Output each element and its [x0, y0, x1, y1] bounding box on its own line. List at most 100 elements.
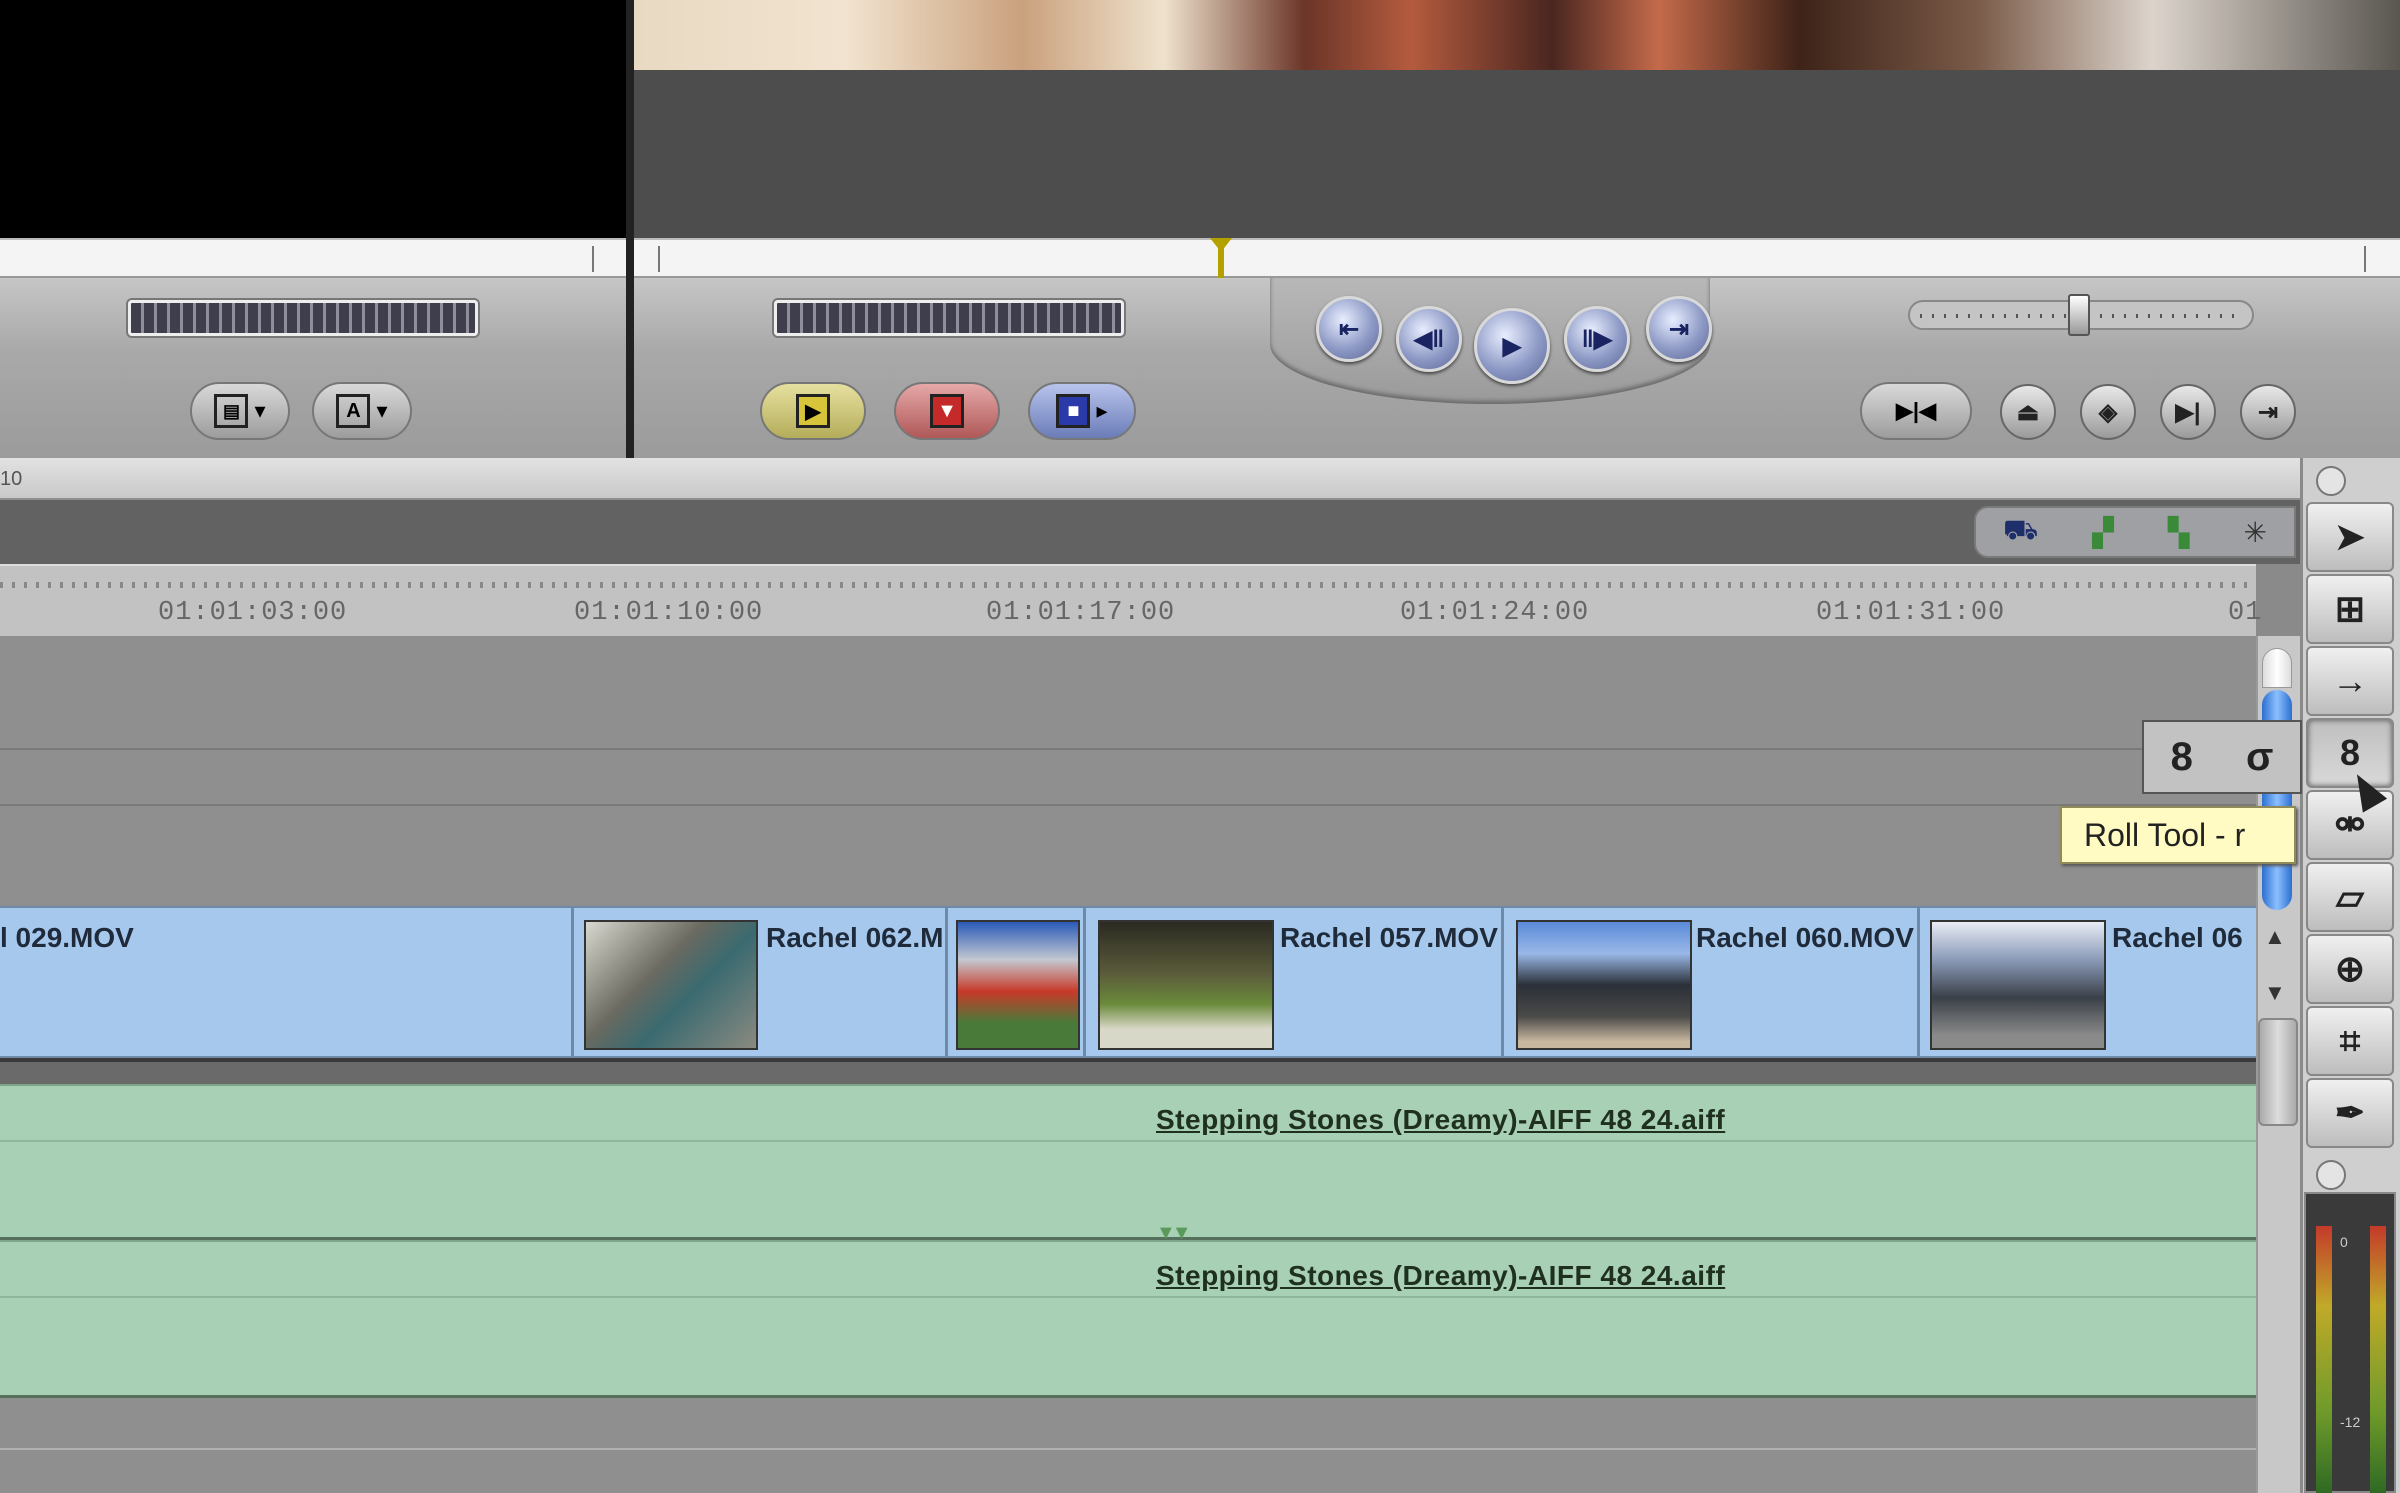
- canvas-scrubber[interactable]: [634, 238, 2400, 278]
- track-zoom-handle[interactable]: [2258, 1018, 2298, 1126]
- timeline-button-group: ⛟ ▞ ▚ ✳: [1974, 506, 2296, 558]
- mark-in-out-icon: ▶|: [2175, 398, 2201, 426]
- zoom-tool-button[interactable]: ⊕: [2306, 934, 2394, 1004]
- next-edit-button[interactable]: ⇥: [1646, 296, 1712, 362]
- clip-thumbnail: [956, 920, 1080, 1050]
- playhead-icon[interactable]: [1210, 238, 1232, 278]
- video-clip[interactable]: Rachel 060.MOV: [1504, 908, 1920, 1056]
- clip-name: l 029.MOV: [0, 922, 134, 953]
- video-clip[interactable]: [948, 908, 1086, 1056]
- pen-icon: ✒: [2334, 1092, 2366, 1133]
- clip-keyframes-icon[interactable]: ⛟: [2003, 514, 2038, 550]
- scroll-down-icon[interactable]: ▼: [2264, 980, 2286, 1006]
- roll-tool-popout: 8 σ: [2142, 720, 2302, 794]
- scrubber-start-tick: [658, 246, 660, 272]
- selection-arrow-icon: ➤: [2334, 516, 2366, 557]
- razor-tool-button[interactable]: ▱: [2306, 862, 2394, 932]
- clip-thumbnail: [1516, 920, 1692, 1050]
- video-clip[interactable]: Rachel 06: [1920, 908, 2256, 1056]
- roll-tool-alt-icon[interactable]: σ: [2246, 735, 2273, 780]
- mark-in-out-button[interactable]: ▶|: [2160, 384, 2216, 440]
- viewer-scrubber[interactable]: [0, 238, 626, 278]
- snapping-icon[interactable]: ▚: [2168, 516, 2190, 549]
- scroll-cap: [2262, 648, 2292, 688]
- viewer-divider: [626, 0, 634, 458]
- timecode-label: 01:01:17:00: [986, 598, 1176, 628]
- play-icon: ▶: [1502, 332, 1522, 360]
- overlay-menu-icon: ▤: [214, 394, 249, 428]
- meter-label: 0: [2340, 1234, 2348, 1250]
- step-forward-button[interactable]: ‖▶: [1564, 306, 1630, 372]
- track-divider: [0, 1448, 2256, 1450]
- play-button[interactable]: ▶: [1474, 308, 1550, 384]
- overlay-menu-button[interactable]: ▤ ▾: [190, 382, 290, 440]
- add-keyframe-button[interactable]: ⇥: [2240, 384, 2296, 440]
- video-clip[interactable]: l 029.MOV: [0, 908, 574, 1056]
- timeline-ruler[interactable]: 01:01:03:00 01:01:10:00 01:01:17:00 01:0…: [0, 564, 2261, 636]
- pen-tool-button[interactable]: ✒: [2306, 1078, 2394, 1148]
- step-back-button[interactable]: ◀‖: [1396, 306, 1462, 372]
- video-clip[interactable]: Rachel 057.MOV: [1086, 908, 1504, 1056]
- crop-tool-button[interactable]: ⌗: [2306, 1006, 2394, 1076]
- linking-icon[interactable]: ▞: [2092, 516, 2114, 549]
- next-edit-icon: ⇥: [1668, 315, 1690, 343]
- mark-clip-button[interactable]: ⏏: [2000, 384, 2056, 440]
- scrubber-end-tick: [592, 246, 594, 272]
- meter-close-icon[interactable]: [2316, 1160, 2346, 1190]
- tooltip: Roll Tool - r: [2060, 806, 2296, 864]
- track-divider: [0, 804, 2256, 806]
- mark-clip-icon: ⏏: [2016, 398, 2040, 426]
- clip-name: Rachel 062.M: [766, 922, 944, 953]
- palette-close-icon[interactable]: [2316, 466, 2346, 496]
- track-height-icon[interactable]: ✳: [2243, 516, 2266, 549]
- razor-blade-icon: ▱: [2336, 876, 2364, 917]
- replace-edit-button[interactable]: ■ ▸: [1028, 382, 1136, 440]
- replace-edit-icon: ■: [1056, 394, 1091, 428]
- edit-selection-icon: ⊞: [2334, 588, 2366, 629]
- viewer-jog-control[interactable]: [128, 300, 478, 336]
- timeline-title-bar: 10: [0, 458, 2300, 500]
- timecode-label: 01:01:10:00: [574, 598, 764, 628]
- timecode-label: 01:01:03:00: [158, 598, 348, 628]
- audio-meter-right: [2370, 1226, 2386, 1493]
- video-track: l 029.MOV Rachel 062.M Rachel 057.MOV Ra…: [0, 906, 2256, 1058]
- step-forward-icon: ‖▶: [1581, 325, 1613, 353]
- timeline-title: 10: [0, 468, 23, 490]
- add-marker-icon: ◈: [2098, 398, 2118, 426]
- overwrite-edit-button[interactable]: ▼: [894, 382, 1000, 440]
- edit-selection-tool-button[interactable]: ⊞: [2306, 574, 2394, 644]
- audio-track-a2[interactable]: Stepping Stones (Dreamy)-AIFF 48 24.aiff: [0, 1240, 2256, 1398]
- match-frame-icon: ▶|◀: [1896, 398, 1936, 423]
- timeline-toolbar: [0, 500, 2300, 564]
- timecode-label: 01:01:24:00: [1400, 598, 1590, 628]
- match-frame-button[interactable]: ▶|◀: [1860, 382, 1972, 440]
- final-cut-window: ▤ ▾ A ▾ ⇤ ◀‖ ▶ ‖▶ ⇥ ▶ ▼ ■ ▸ ▶|◀ ⏏ ◈ ▶| ⇥ 10…: [0, 0, 2400, 1493]
- audio-track-a1[interactable]: Stepping Stones (Dreamy)-AIFF 48 24.aiff: [0, 1084, 2256, 1240]
- timecode-label: 01: [2228, 598, 2263, 628]
- audio-level-line: [0, 1296, 2256, 1298]
- audio-clip-name: Stepping Stones (Dreamy)-AIFF 48 24.aiff: [1156, 1260, 1726, 1291]
- zoom-in-icon: ⊕: [2334, 948, 2366, 989]
- step-back-icon: ◀‖: [1413, 325, 1445, 353]
- prev-edit-button[interactable]: ⇤: [1316, 296, 1382, 362]
- shuttle-knob[interactable]: [2068, 294, 2090, 336]
- selection-tool-button[interactable]: ➤: [2306, 502, 2394, 572]
- scroll-up-icon[interactable]: ▲: [2264, 924, 2286, 950]
- scrubber-end-tick: [2364, 246, 2366, 272]
- track-divider: [0, 748, 2256, 750]
- insert-edit-icon: ▶: [796, 394, 830, 428]
- slip-tool-icon: ⚮: [2334, 804, 2366, 845]
- canvas-frame-image: [634, 0, 2400, 70]
- insert-edit-button[interactable]: ▶: [760, 382, 866, 440]
- text-generator-button[interactable]: A ▾: [312, 382, 412, 440]
- clip-name: Rachel 057.MOV: [1280, 922, 1498, 953]
- clip-name: Rachel 06: [2112, 922, 2243, 953]
- track-separator: [0, 1058, 2256, 1084]
- video-clip[interactable]: Rachel 062.M: [574, 908, 948, 1056]
- timecode-label: 01:01:31:00: [1816, 598, 2006, 628]
- track-select-tool-button[interactable]: →: [2306, 646, 2394, 716]
- ripple-tool-icon[interactable]: 8: [2171, 735, 2193, 780]
- canvas-jog-control[interactable]: [774, 300, 1124, 336]
- prev-edit-icon: ⇤: [1338, 315, 1360, 343]
- add-marker-button[interactable]: ◈: [2080, 384, 2136, 440]
